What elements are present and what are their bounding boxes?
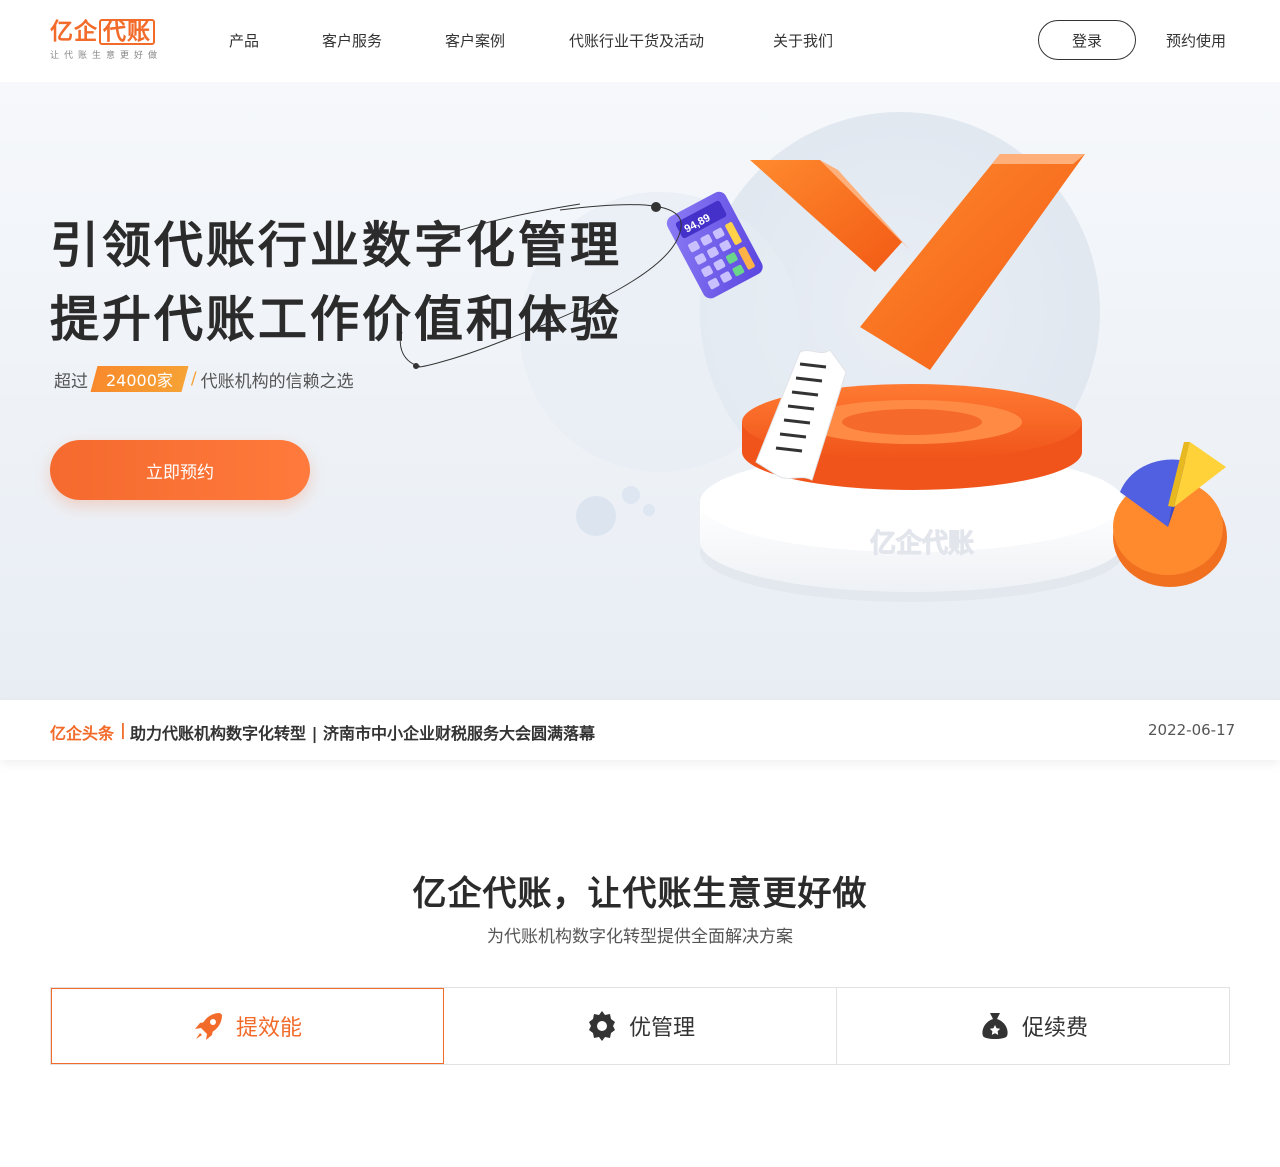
hero-subtitle: 超过 24000家 / 代账机构的信赖之选	[54, 366, 354, 392]
orange-ring-core	[842, 409, 982, 435]
news-ticker: 亿企头条 | 助力代账机构数字化转型 | 济南市中小企业财税服务大会圆满落幕 2…	[0, 700, 1280, 760]
feature-tabs: 提效能 优管理 促续费	[50, 987, 1230, 1065]
hero-count-badge: 24000家	[90, 366, 189, 392]
news-headline[interactable]: 助力代账机构数字化转型 | 济南市中小企业财税服务大会圆满落幕	[130, 720, 595, 744]
pie-chart-icon	[1113, 442, 1227, 587]
orbit-dot-small	[413, 363, 419, 369]
hero-sub-prefix: 超过	[54, 371, 88, 392]
login-button[interactable]: 登录	[1038, 20, 1136, 60]
tab-renewal[interactable]: 促续费	[837, 988, 1229, 1064]
section-title: 亿企代账，让代账生意更好做	[412, 874, 868, 914]
site-header: 亿企 代账 让代账生意更好做 产品 客户服务 客户案例 代账行业干货及活动 关于我…	[0, 0, 1280, 82]
hero-illustration: 亿企代账 94,89	[520, 112, 1227, 602]
nav-item-customer-service[interactable]: 客户服务	[322, 30, 382, 51]
tab-label: 优管理	[628, 1016, 695, 1041]
bubble-tiny	[643, 504, 655, 516]
bubble-small	[622, 486, 640, 504]
nav-item-customer-cases[interactable]: 客户案例	[445, 30, 505, 51]
book-now-button[interactable]: 立即预约	[50, 440, 310, 500]
tab-label: 促续费	[1021, 1016, 1088, 1041]
orbit-dot	[651, 202, 661, 212]
news-date: 2022-06-17	[1148, 721, 1236, 739]
news-tag: 亿企头条	[50, 724, 115, 743]
logo-wordmark: 亿企 代账	[50, 18, 174, 46]
tab-label: 提效能	[235, 1016, 302, 1041]
hero-banner: 亿企代账 94,89 引领代账行业数字化管理 提升代账工作价值和体验 超过 24…	[0, 82, 1280, 700]
rocket-icon	[194, 1013, 222, 1040]
section-subtitle: 为代账机构数字化转型提供全面解决方案	[487, 927, 793, 947]
hero-title-line2: 提升代账工作价值和体验	[50, 291, 623, 348]
nav-item-industry-resources[interactable]: 代账行业干货及活动	[569, 30, 704, 51]
money-bag-icon	[982, 1013, 1008, 1039]
hero-sub-suffix: 代账机构的信赖之选	[200, 371, 354, 392]
nav-item-products[interactable]: 产品	[229, 30, 259, 51]
bubble-large	[576, 496, 616, 536]
nav-item-about-us[interactable]: 关于我们	[773, 30, 833, 51]
tab-efficiency[interactable]: 提效能	[51, 988, 444, 1064]
platform-watermark: 亿企代账	[870, 528, 974, 558]
v-logo-right-edge	[992, 154, 1085, 164]
logo[interactable]: 亿企 代账 让代账生意更好做	[50, 18, 174, 64]
news-separator: |	[120, 720, 126, 739]
hero-badge-slash: /	[190, 369, 197, 389]
tab-management[interactable]: 优管理	[444, 988, 837, 1064]
logo-tagline: 让代账生意更好做	[50, 51, 163, 61]
reserve-link[interactable]: 预约使用	[1166, 30, 1226, 51]
gear-icon	[588, 1011, 615, 1041]
hero-title-line1: 引领代账行业数字化管理	[50, 217, 623, 274]
